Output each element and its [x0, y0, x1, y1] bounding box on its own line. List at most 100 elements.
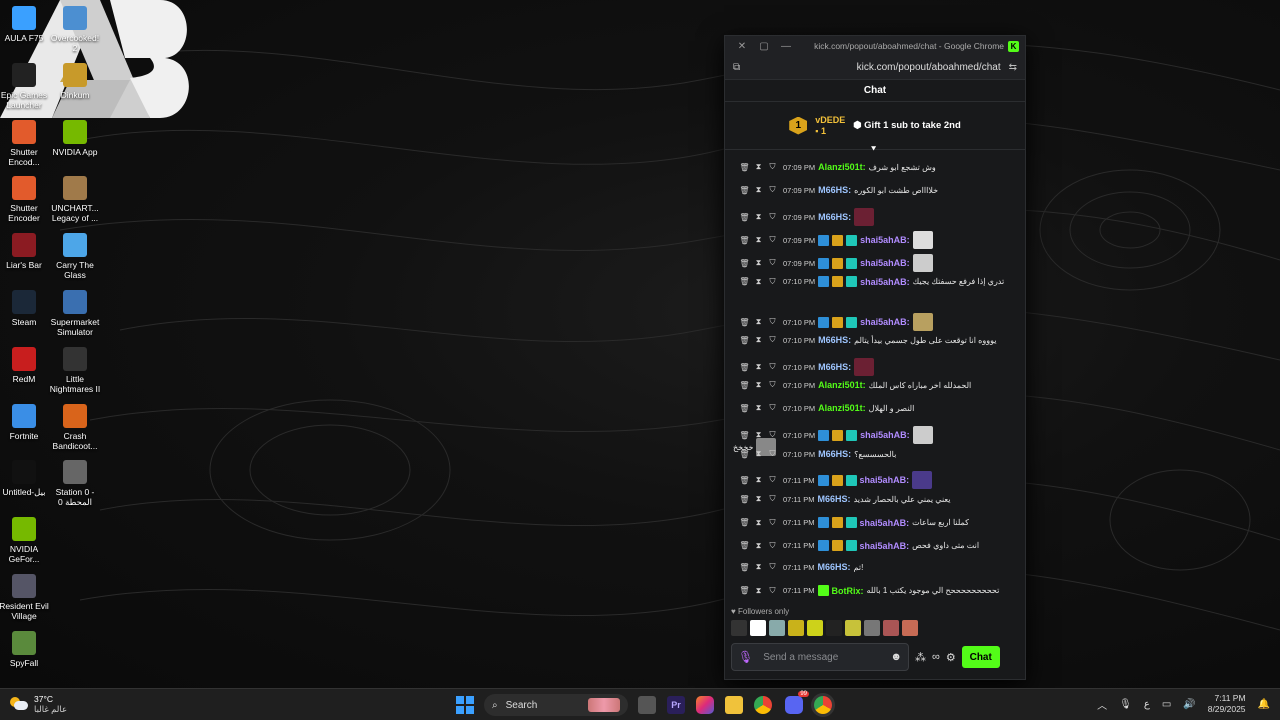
username[interactable]: shai5ahAB:: [860, 475, 910, 485]
username[interactable]: M66HS:: [818, 562, 851, 572]
settings-gear-icon[interactable]: ⚙: [946, 651, 956, 664]
delete-icon[interactable]: 🗑: [739, 586, 750, 595]
volume-icon[interactable]: 🔊: [1183, 699, 1195, 710]
timeout-icon[interactable]: ⧗: [753, 317, 764, 327]
desktop-shortcut[interactable]: Crash Bandicoot...: [49, 403, 101, 451]
desktop-shortcut[interactable]: Little Nightmares II: [49, 346, 101, 394]
emote-4[interactable]: [788, 620, 804, 636]
chat-message[interactable]: 🗑 ⧗ ⛉ 07:09 PM shai5ahAB:: [739, 231, 1017, 249]
minimize-button[interactable]: —: [775, 41, 797, 52]
ban-icon[interactable]: ⛉: [767, 562, 778, 572]
ban-icon[interactable]: ⛉: [767, 494, 778, 504]
window-titlebar[interactable]: ✕ ▢ — kick.com/popout/aboahmed/chat - Go…: [725, 36, 1025, 56]
microphone-icon[interactable]: 🎙: [1119, 699, 1132, 710]
chat-message[interactable]: 🗑 ⧗ ⛉ 07:09 PM shai5ahAB:: [739, 254, 1017, 272]
badges-icon[interactable]: ⁂: [915, 651, 926, 664]
timeout-icon[interactable]: ⧗: [753, 562, 764, 572]
emote-9[interactable]: [883, 620, 899, 636]
premiere-pro-icon[interactable]: Pr: [667, 696, 685, 714]
chat-message[interactable]: 🗑 ⧗ ⛉ 07:10 PM shai5ahAB:: [739, 426, 1017, 444]
url-text[interactable]: kick.com/popout/aboahmed/chat: [740, 62, 1008, 73]
quick-emote-row[interactable]: [731, 620, 918, 636]
chat-message[interactable]: 🗑 ⧗ ⛉ 07:10 PM Alanzi501t: النصر و الهلال: [739, 403, 1017, 413]
desktop-shortcut[interactable]: NVIDIA GeFor...: [0, 517, 50, 564]
username[interactable]: Alanzi501t:: [818, 403, 866, 413]
ban-icon[interactable]: ⛉: [767, 362, 778, 372]
timeout-icon[interactable]: ⧗: [753, 518, 764, 528]
chat-message[interactable]: 🗑 ⧗ ⛉ 07:10 PM shai5ahAB:: [739, 313, 1017, 331]
delete-icon[interactable]: 🗑: [739, 236, 750, 245]
ban-icon[interactable]: ⛉: [767, 541, 778, 551]
username[interactable]: BotRix:: [832, 586, 864, 596]
chrome-icon[interactable]: [754, 696, 772, 714]
notification-bell-icon[interactable]: 🔔: [1258, 699, 1270, 710]
chrome-active-icon[interactable]: [814, 696, 832, 714]
desktop-shortcut[interactable]: Resident Evil Village: [0, 574, 50, 621]
desktop-shortcut[interactable]: Shutter Encod...: [0, 119, 50, 167]
desktop-shortcut[interactable]: AULA F75: [0, 6, 50, 43]
username[interactable]: shai5ahAB:: [860, 277, 910, 287]
chat-message[interactable]: 🗑 ⧗ ⛉ 07:10 PM shai5ahAB: تدري إذا فرفع حسفتك…: [739, 276, 1017, 287]
taskbar-search[interactable]: ⌕ Search: [484, 694, 628, 716]
chat-message[interactable]: 🗑 ⧗ ⛉ 07:10 PM M66HS:: [739, 358, 1017, 376]
timeout-icon[interactable]: ⧗: [753, 235, 764, 245]
username[interactable]: shai5ahAB:: [860, 518, 910, 528]
desktop-shortcut[interactable]: Steam: [0, 290, 50, 327]
desktop-shortcut[interactable]: Untitled-بيل: [0, 460, 50, 497]
start-windows-icon[interactable]: [456, 696, 474, 714]
delete-icon[interactable]: 🗑: [739, 336, 750, 345]
timeout-icon[interactable]: ⧗: [753, 586, 764, 596]
delete-icon[interactable]: 🗑: [739, 363, 750, 372]
ban-icon[interactable]: ⛉: [767, 449, 778, 459]
timeout-icon[interactable]: ⧗: [753, 430, 764, 440]
username[interactable]: M66HS:: [818, 185, 851, 195]
emote-1[interactable]: [731, 620, 747, 636]
ban-icon[interactable]: ⛉: [767, 258, 778, 268]
timeout-icon[interactable]: ⧗: [753, 335, 764, 345]
gift-leaderboard[interactable]: 1 vDEDE ▪ 1 ⬢ Gift 1 sub to take 2nd ⯆: [725, 102, 1025, 154]
desktop-shortcut[interactable]: Station 0 - المحطة 0: [49, 460, 101, 507]
chat-message[interactable]: 🗑 ⧗ ⛉ 07:10 PM M66HS: بالحسسسع؟: [739, 449, 1017, 459]
desktop-shortcut[interactable]: Overcooked! 2: [49, 6, 101, 53]
desktop-shortcut[interactable]: Liar's Bar: [0, 233, 50, 270]
ban-icon[interactable]: ⛉: [767, 317, 778, 327]
delete-icon[interactable]: 🗑: [739, 404, 750, 413]
chat-message[interactable]: 🗑 ⧗ ⛉ 07:09 PM M66HS:: [739, 208, 1017, 226]
delete-icon[interactable]: 🗑: [739, 476, 750, 485]
delete-icon[interactable]: 🗑: [739, 163, 750, 172]
chat-message[interactable]: 🗑 ⧗ ⛉ 07:10 PM Alanzi501t: الحمدلله اخر مبارا…: [739, 380, 1017, 390]
timeout-icon[interactable]: ⧗: [753, 162, 764, 172]
delete-icon[interactable]: 🗑: [739, 259, 750, 268]
timeout-icon[interactable]: ⧗: [753, 258, 764, 268]
chat-message[interactable]: 🗑 ⧗ ⛉ 07:11 PM BotRix: تحححححححححح الي موجود …: [739, 585, 1017, 596]
delete-icon[interactable]: 🗑: [739, 381, 750, 390]
ban-icon[interactable]: ⛉: [767, 518, 778, 528]
desktop-shortcut[interactable]: Shutter Encoder: [0, 176, 50, 223]
username[interactable]: M66HS:: [818, 494, 851, 504]
ban-icon[interactable]: ⛉: [767, 212, 778, 222]
username[interactable]: Alanzi501t:: [818, 380, 866, 390]
chat-messages[interactable]: خخخخ 🗑 ⧗ ⛉ 07:09 PM Alanzi501t: وش تشجع ابو ش…: [725, 152, 1025, 606]
desktop-shortcut[interactable]: SpyFall: [0, 630, 50, 668]
timeout-icon[interactable]: ⧗: [753, 403, 764, 413]
chat-message[interactable]: 🗑 ⧗ ⛉ 07:11 PM M66HS: !تم: [739, 562, 1017, 572]
network-icon[interactable]: ▭: [1162, 699, 1171, 710]
username[interactable]: M66HS:: [818, 449, 851, 459]
chevron-up-icon[interactable]: ︿: [1097, 697, 1107, 712]
delete-icon[interactable]: 🗑: [739, 431, 750, 440]
desktop-shortcut[interactable]: Epic Games Launcher: [0, 62, 50, 110]
top-gifter-name[interactable]: vDEDE: [815, 115, 845, 126]
taskbar[interactable]: 37°C عالم غالبا ⌕ Search Pr 99 ︿ 🎙 ع ▭ 🔊…: [0, 688, 1280, 720]
site-info-icon[interactable]: ⧉: [733, 62, 740, 73]
delete-icon[interactable]: 🗑: [739, 541, 750, 550]
delete-icon[interactable]: 🗑: [739, 518, 750, 527]
address-bar[interactable]: ⧉ kick.com/popout/aboahmed/chat ⇆: [725, 56, 1025, 80]
timeout-icon[interactable]: ⧗: [753, 185, 764, 195]
delete-icon[interactable]: 🗑: [739, 213, 750, 222]
delete-icon[interactable]: 🗑: [739, 563, 750, 572]
ban-icon[interactable]: ⛉: [767, 162, 778, 172]
emote-5[interactable]: [807, 620, 823, 636]
username[interactable]: shai5ahAB:: [860, 258, 910, 268]
username[interactable]: shai5ahAB:: [860, 317, 910, 327]
clock[interactable]: 7:11 PM 8/29/2025: [1208, 693, 1246, 715]
